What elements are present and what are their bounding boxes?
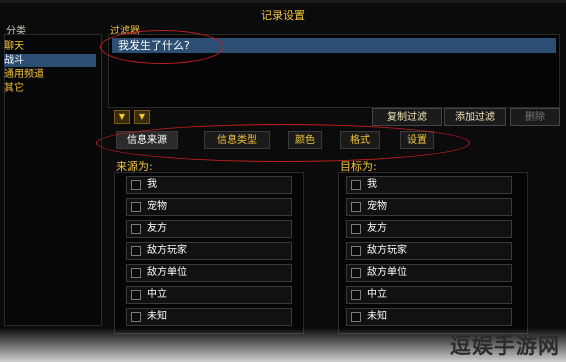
target-option-unknown[interactable]: 未知 — [346, 308, 512, 326]
source-option-hostile-unit[interactable]: 敌方单位 — [126, 264, 292, 282]
window: 记录设置 分类 聊天 战斗 通用频道 其它 过滤器 我发生了什么? ▼ ▼ 复制… — [0, 0, 566, 362]
checkbox[interactable] — [351, 246, 361, 256]
copy-filter-button[interactable]: 复制过滤 — [372, 108, 442, 126]
category-item-other[interactable]: 其它 — [4, 82, 96, 95]
target-option-hostile-player[interactable]: 敌方玩家 — [346, 242, 512, 260]
checkbox[interactable] — [351, 180, 361, 190]
checkbox[interactable] — [131, 312, 141, 322]
checkbox[interactable] — [351, 312, 361, 322]
checkbox[interactable] — [131, 290, 141, 300]
checkbox[interactable] — [131, 246, 141, 256]
chevron-down-icon[interactable]: ▼ — [114, 110, 130, 124]
add-filter-button[interactable]: 添加过滤 — [444, 108, 506, 126]
source-option-neutral[interactable]: 中立 — [126, 286, 292, 304]
category-item-general-channel[interactable]: 通用频道 — [4, 68, 96, 81]
checkbox[interactable] — [131, 180, 141, 190]
checkbox[interactable] — [351, 202, 361, 212]
checkbox[interactable] — [351, 290, 361, 300]
source-option-friendly[interactable]: 友方 — [126, 220, 292, 238]
annotation-ellipse-tabs — [96, 124, 470, 162]
source-option-pet[interactable]: 宠物 — [126, 198, 292, 216]
window-title: 记录设置 — [261, 9, 305, 22]
annotation-ellipse-filter — [100, 30, 224, 64]
category-item-chat[interactable]: 聊天 — [4, 40, 96, 53]
source-option-hostile-player[interactable]: 敌方玩家 — [126, 242, 292, 260]
top-border — [0, 0, 566, 3]
target-option-neutral[interactable]: 中立 — [346, 286, 512, 304]
watermark-logo: 逗娱手游网 — [450, 334, 560, 358]
source-option-unknown[interactable]: 未知 — [126, 308, 292, 326]
checkbox[interactable] — [351, 268, 361, 278]
delete-filter-button[interactable]: 删除 — [510, 108, 560, 126]
chevron-down-icon[interactable]: ▼ — [134, 110, 150, 124]
target-option-pet[interactable]: 宠物 — [346, 198, 512, 216]
category-item-combat[interactable]: 战斗 — [4, 54, 96, 67]
source-option-self[interactable]: 我 — [126, 176, 292, 194]
checkbox[interactable] — [351, 224, 361, 234]
checkbox[interactable] — [131, 224, 141, 234]
checkbox[interactable] — [131, 268, 141, 278]
target-option-friendly[interactable]: 友方 — [346, 220, 512, 238]
checkbox[interactable] — [131, 202, 141, 212]
target-option-self[interactable]: 我 — [346, 176, 512, 194]
target-option-hostile-unit[interactable]: 敌方单位 — [346, 264, 512, 282]
